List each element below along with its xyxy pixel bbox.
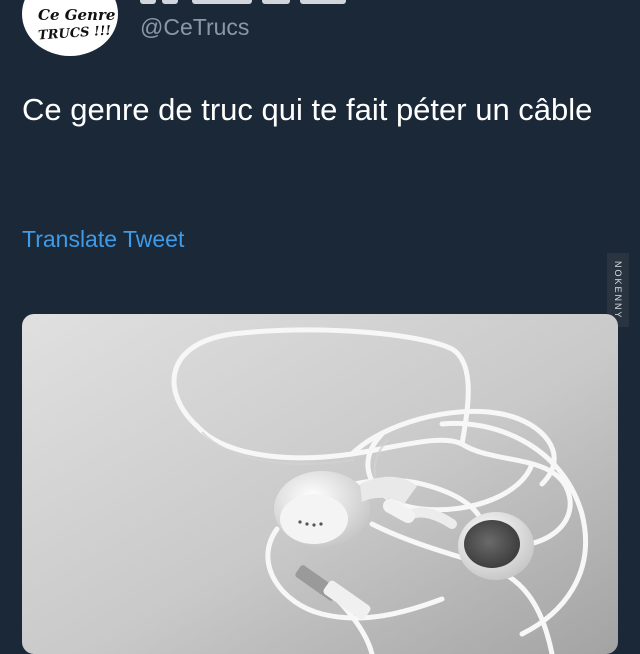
avatar-text-line-1: Ce Genre bbox=[38, 6, 116, 24]
avatar[interactable]: Ce Genre TRUCS !!! bbox=[22, 0, 118, 56]
earbuds-photo bbox=[22, 314, 618, 654]
user-handle[interactable]: @CeTrucs bbox=[140, 14, 249, 41]
tweet-text: Ce genre de truc qui te fait péter un câ… bbox=[22, 92, 593, 127]
tweet-image[interactable] bbox=[22, 314, 618, 654]
display-name[interactable] bbox=[140, 0, 350, 14]
translate-tweet-link[interactable]: Translate Tweet bbox=[22, 226, 184, 253]
avatar-text-line-2: TRUCS !!! bbox=[37, 23, 112, 44]
